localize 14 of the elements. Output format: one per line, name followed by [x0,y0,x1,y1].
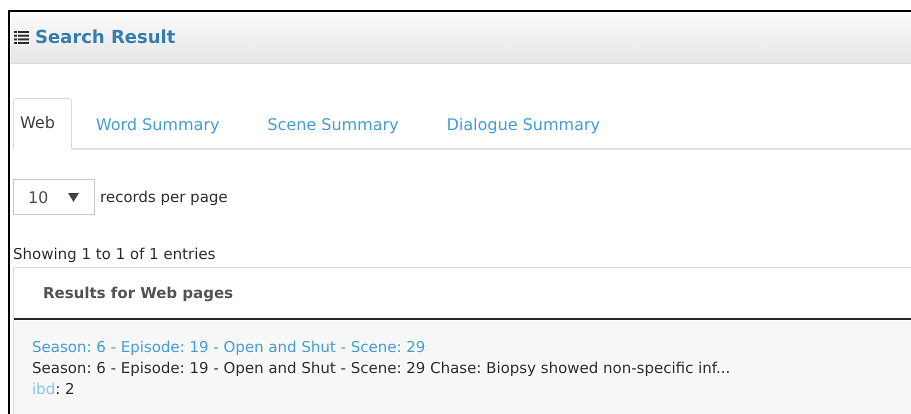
result-snippet: Season: 6 - Episode: 19 - Open and Shut - Scene: 29 Chase: Biopsy showed non-specific inf... [32,358,732,379]
tab[interactable]: Scene Summary [243,100,423,150]
records-label: records per page [100,188,228,206]
entries-info: Showing 1 to 1 of 1 entries [13,245,216,263]
term-count: : 2 [55,380,75,398]
tab[interactable]: Dialogue Summary [422,100,624,150]
result-link[interactable]: Season: 6 - Episode: 19 - Open and Shut - Scene: 29 [32,337,426,358]
term-link[interactable]: ibd [32,380,56,398]
panel-title: Search Result [35,27,176,48]
list-icon [14,31,29,44]
tab[interactable]: Web [13,98,72,150]
records-select[interactable]: 10 [13,179,95,215]
caret-icon [68,192,80,202]
tab[interactable]: Word Summary [72,100,244,150]
